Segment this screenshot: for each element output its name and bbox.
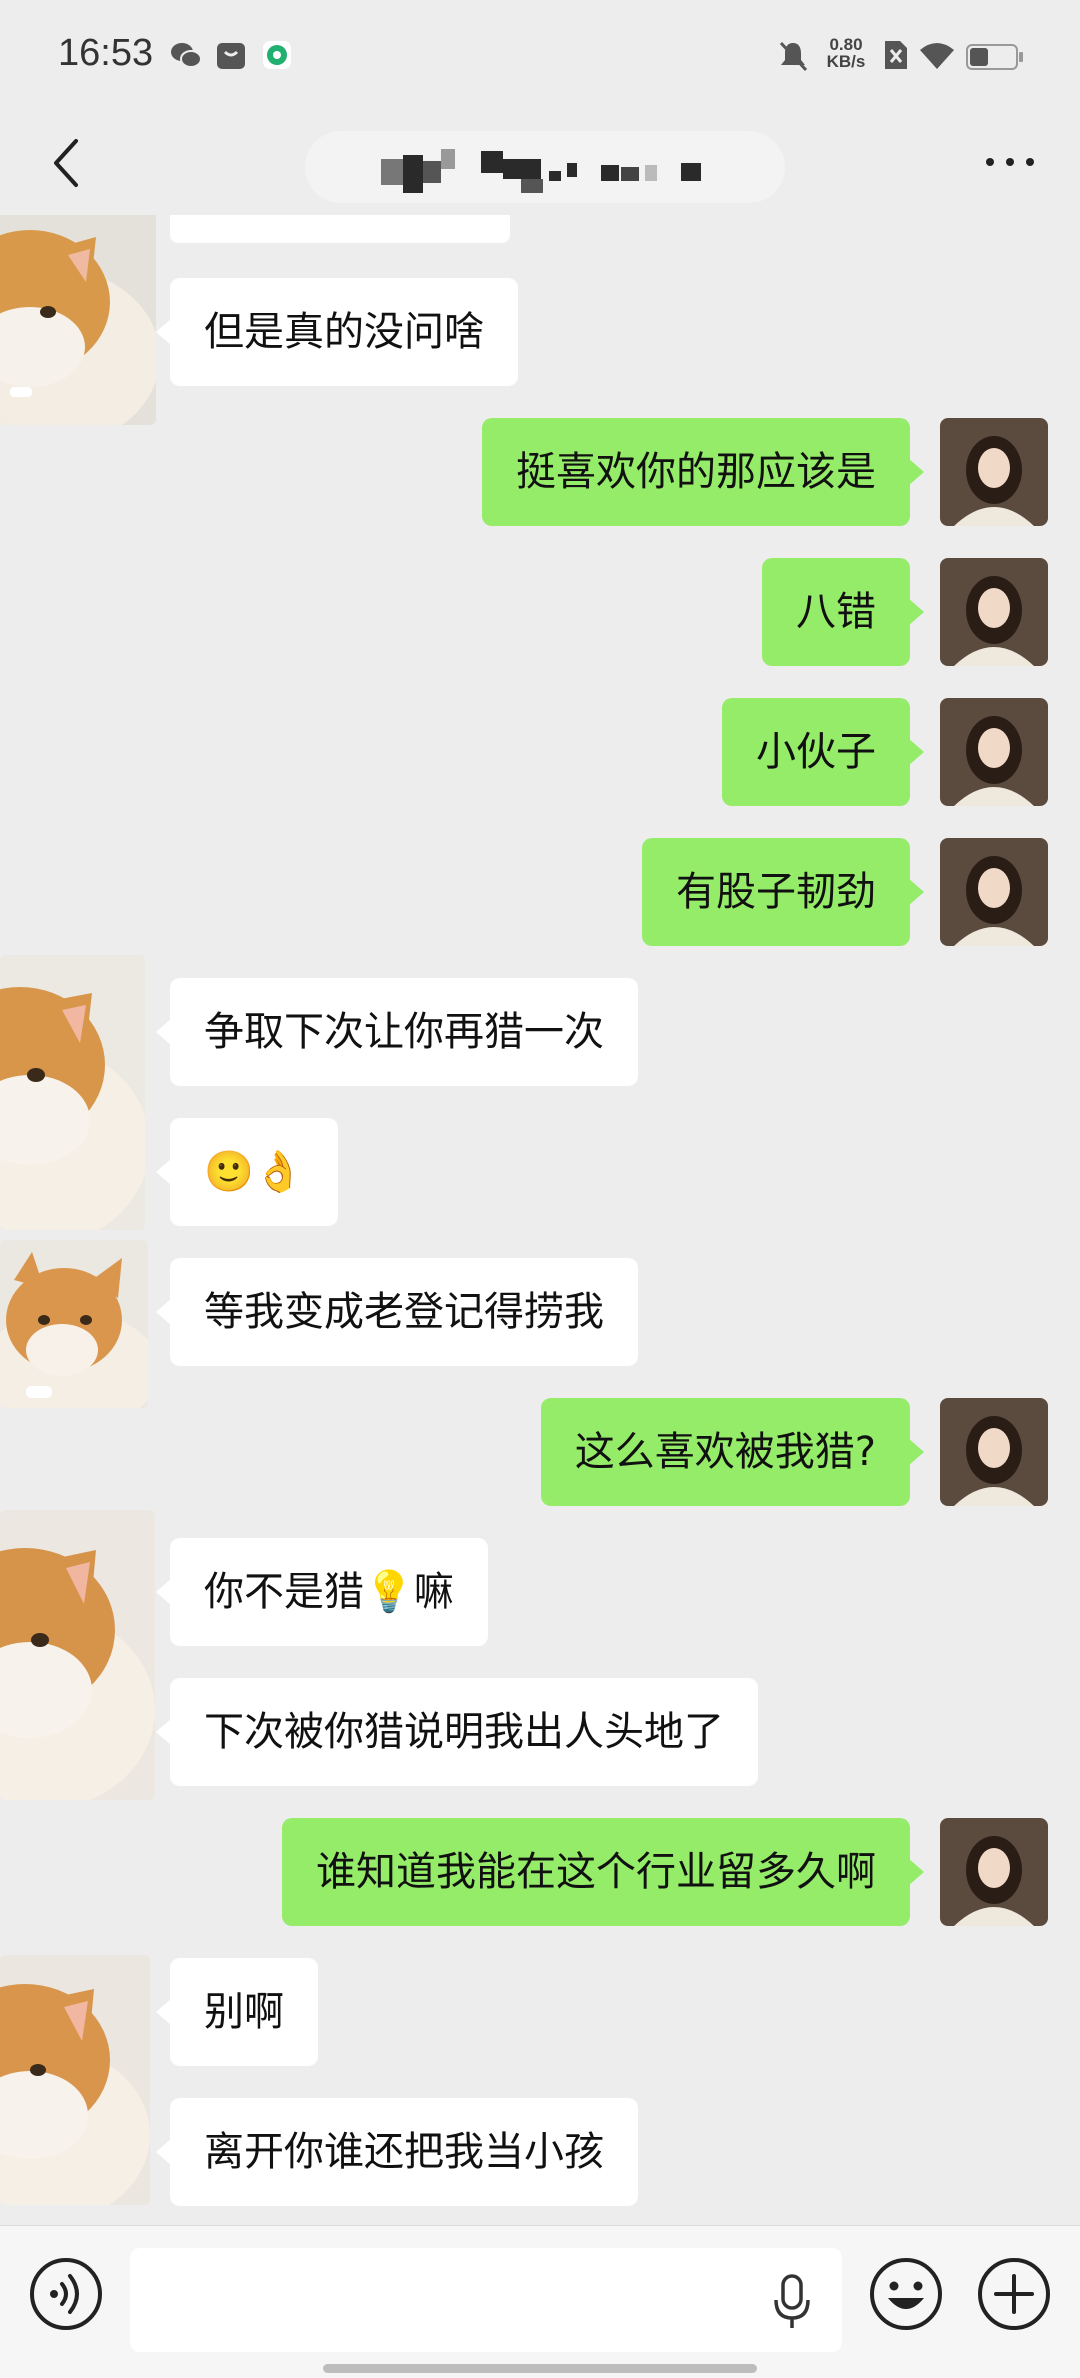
message-bubble-outgoing[interactable]: 有股子韧劲	[642, 838, 924, 946]
contact-avatar[interactable]	[0, 1955, 150, 2205]
chevron-left-icon[interactable]	[40, 133, 100, 193]
notification-icon	[217, 43, 245, 69]
emoji-icon[interactable]	[868, 2256, 944, 2332]
message-bubble-incoming[interactable]: 下次被你猎说明我出人头地了	[156, 1678, 758, 1786]
message-bubble-outgoing[interactable]: 谁知道我能在这个行业留多久啊	[282, 1818, 924, 1926]
sim-off-icon	[885, 41, 907, 69]
status-time: 16:53	[58, 32, 154, 74]
mute-icon	[779, 41, 808, 72]
net-speed: 0.80 KB/s	[818, 36, 874, 70]
contact-avatar[interactable]	[0, 1240, 148, 1408]
message-bubble-incoming[interactable]: 但是真的没问啥	[156, 278, 518, 386]
message-bubble-incoming[interactable]: 离开你谁还把我当小孩	[156, 2098, 638, 2206]
battery-icon	[966, 44, 1023, 70]
microphone-icon[interactable]	[772, 2274, 812, 2330]
message-bubble-incoming[interactable]: 你不是猎💡嘛	[156, 1538, 488, 1646]
my-avatar[interactable]	[940, 558, 1048, 666]
contact-avatar[interactable]	[0, 955, 145, 1230]
net-speed-unit: KB/s	[826, 52, 866, 71]
my-avatar[interactable]	[940, 418, 1048, 526]
my-avatar[interactable]	[940, 838, 1048, 946]
contact-avatar[interactable]	[0, 215, 156, 425]
home-indicator[interactable]	[323, 2364, 757, 2373]
voice-icon[interactable]	[28, 2256, 104, 2332]
more-dots-icon[interactable]	[980, 137, 1040, 187]
status-bar: 16:53 0.80 KB/s	[0, 0, 1080, 115]
message-bubble-outgoing[interactable]: 这么喜欢被我猎?	[540, 1398, 925, 1506]
plus-icon[interactable]	[976, 2256, 1052, 2332]
my-avatar[interactable]	[940, 1818, 1048, 1926]
message-bubble-incoming[interactable]: 争取下次让你再猎一次	[156, 978, 638, 1086]
my-avatar[interactable]	[940, 698, 1048, 806]
chat-header	[0, 115, 1080, 215]
app-icon	[263, 41, 291, 69]
input-bar	[0, 2225, 1080, 2378]
message-bubble-incoming[interactable]: 🙂👌	[156, 1118, 338, 1226]
contact-name-pixelated	[305, 131, 785, 203]
my-avatar[interactable]	[940, 1398, 1048, 1506]
message-input[interactable]	[130, 2248, 842, 2352]
message-bubble-incoming[interactable]: 等我变成老登记得捞我	[156, 1258, 638, 1366]
wifi-icon	[920, 43, 954, 69]
message-bubble-outgoing[interactable]: 小伙子	[722, 698, 924, 806]
message-bubble-outgoing[interactable]: 八错	[762, 558, 924, 666]
net-speed-value: 0.80	[829, 35, 863, 54]
message-list[interactable]: 但是真的没问啥 挺喜欢你的那应该是 八错 小伙子 有股子韧劲 争取下次让你再猎一…	[0, 215, 1080, 2225]
message-bubble-incoming[interactable]: 别啊	[156, 1958, 318, 2066]
contact-avatar[interactable]	[0, 1510, 155, 1800]
message-bubble-outgoing[interactable]: 挺喜欢你的那应该是	[482, 418, 924, 526]
message-bubble-partial	[170, 215, 510, 243]
wechat-icon	[171, 43, 202, 68]
